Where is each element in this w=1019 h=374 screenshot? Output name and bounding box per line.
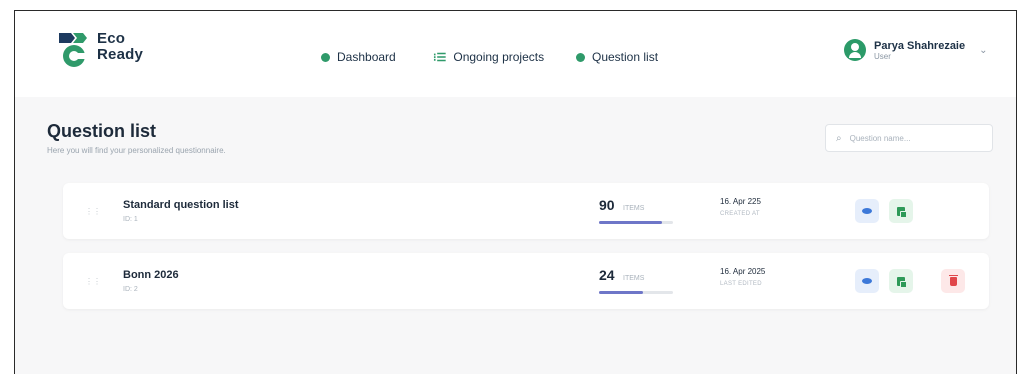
grid-icon: ⁝☰: [433, 51, 447, 64]
export-button[interactable]: [889, 269, 913, 293]
nav-item-label: Ongoing projects: [453, 50, 545, 64]
list-item-title: Standard question list: [123, 199, 239, 211]
item-count-unit: ITEMS: [623, 205, 645, 212]
main-content: Question list Here you will find your pe…: [15, 97, 1016, 374]
list-item-date: 16. Apr 225: [720, 197, 761, 206]
nav-item-ongoing-projects[interactable]: ⁝☰ Ongoing projects: [433, 47, 544, 67]
delete-button[interactable]: [941, 269, 965, 293]
circle-dot-icon: [321, 52, 330, 62]
list-item-id: ID: 1: [123, 216, 138, 223]
nav-item-label: Question list: [592, 50, 659, 64]
list-item-title: Bonn 2026: [123, 269, 179, 281]
item-count: 90 ITEMS: [599, 197, 679, 224]
page-subtitle: Here you will find your personalized que…: [47, 146, 226, 155]
list-item[interactable]: ⋮⋮ Bonn 2026 ID: 2 24 ITEMS 16. Apr 2025…: [63, 253, 989, 309]
search-box[interactable]: ⌕: [825, 124, 993, 152]
eye-icon: [862, 278, 872, 284]
drag-handle-icon[interactable]: ⋮⋮: [85, 207, 101, 216]
export-button[interactable]: [889, 199, 913, 223]
drag-handle-icon[interactable]: ⋮⋮: [85, 277, 101, 286]
nav-item-question-list[interactable]: Question list: [576, 47, 658, 67]
item-count-unit: ITEMS: [623, 275, 645, 282]
logo-text: Eco Ready: [97, 31, 143, 63]
item-count-value: 90: [599, 197, 615, 213]
document-export-icon: [897, 276, 907, 288]
trash-icon: [948, 274, 958, 286]
eco-ready-logo-icon: [59, 33, 87, 67]
progress-bar: [599, 221, 673, 224]
avatar-icon: [844, 39, 866, 61]
circle-dot-icon: [576, 52, 585, 62]
page-title: Question list: [47, 121, 157, 141]
eye-icon: [862, 208, 872, 214]
list-item-id: ID: 2: [123, 286, 138, 293]
list-item[interactable]: ⋮⋮ Standard question list ID: 1 90 ITEMS…: [63, 183, 989, 239]
progress-bar-fill: [599, 221, 662, 224]
eco-ready-logo[interactable]: Eco Ready: [57, 29, 167, 73]
nav-item-dashboard[interactable]: Dashboard: [321, 47, 396, 67]
chevron-down-icon: ⌄: [979, 44, 988, 56]
list-item-date-label: CREATED AT: [720, 211, 760, 217]
user-info: Parya Shahrezaie User: [874, 40, 965, 61]
search-icon: ⌕: [836, 132, 842, 144]
logo-text-line2: Ready: [97, 46, 144, 63]
logo-text-line1: Eco: [97, 30, 126, 47]
view-button[interactable]: [855, 269, 879, 293]
view-button[interactable]: [855, 199, 879, 223]
app-window: Eco Ready Dashboard ⁝☰ Ongoing projects …: [14, 10, 1017, 374]
user-menu[interactable]: Parya Shahrezaie User ⌄: [844, 39, 988, 61]
progress-bar-fill: [599, 291, 644, 294]
top-navigation-bar: Eco Ready Dashboard ⁝☰ Ongoing projects …: [15, 11, 1016, 97]
item-count: 24 ITEMS: [599, 267, 679, 294]
nav-item-label: Dashboard: [337, 50, 396, 64]
document-export-icon: [897, 206, 907, 218]
progress-bar: [599, 291, 673, 294]
list-item-date-label: LAST EDITED: [720, 281, 762, 287]
search-input[interactable]: [847, 132, 972, 144]
user-name: Parya Shahrezaie: [874, 39, 966, 52]
user-role: User: [874, 51, 891, 61]
item-count-value: 24: [599, 267, 615, 283]
list-item-date: 16. Apr 2025: [720, 267, 766, 276]
